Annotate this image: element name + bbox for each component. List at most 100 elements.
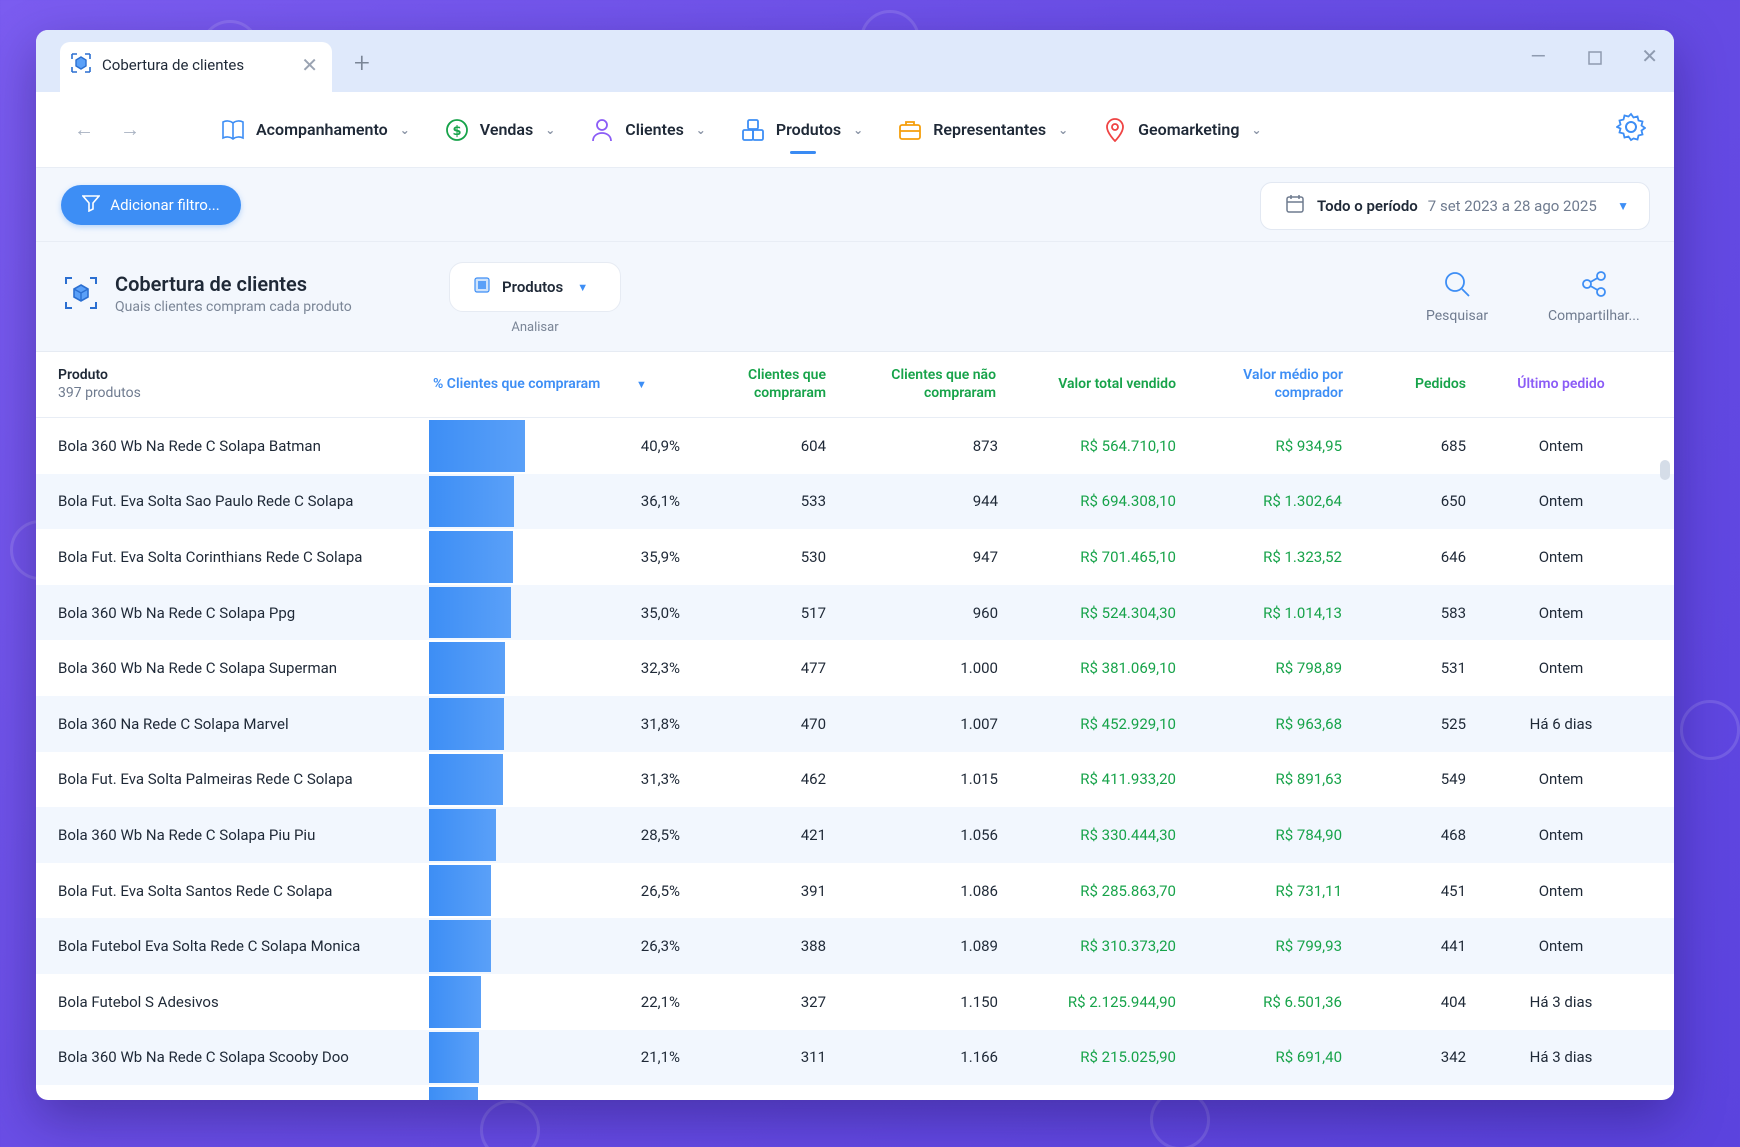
cell-pedidos: 404 <box>1440 992 1466 1011</box>
nav-item-vendas[interactable]: $ Vendas ⌄ <box>444 92 555 168</box>
table-row[interactable] <box>36 1085 1674 1100</box>
cell-produto: Bola 360 Wb Na Rede C Solapa Piu Piu <box>58 825 316 844</box>
cell-ultimo: Ontem <box>1538 881 1584 900</box>
cell-pct: 26,5% <box>640 881 680 900</box>
table-row[interactable]: Bola 360 Na Rede C Solapa Marvel 31,8% 470… <box>36 695 1674 752</box>
cell-ultimo: Ontem <box>1538 547 1584 566</box>
scrollbar-thumb[interactable] <box>1660 460 1670 480</box>
cell-pedidos: 549 <box>1440 770 1466 789</box>
nav-item-geomarketing[interactable]: Geomarketing ⌄ <box>1102 92 1262 168</box>
nav-item-label: Geomarketing <box>1138 120 1240 139</box>
new-tab-button[interactable]: + <box>354 46 370 79</box>
col-pedidos-header[interactable]: Pedidos <box>1366 375 1466 393</box>
cell-nao-compraram: 960 <box>972 603 998 622</box>
col-ultimo-header[interactable]: Último pedido <box>1496 375 1626 393</box>
boxes-icon <box>740 117 766 143</box>
cell-compraram: 388 <box>800 937 826 956</box>
table-row[interactable]: Bola 360 Wb Na Rede C Solapa Scooby Doo 2… <box>36 1029 1674 1086</box>
product-count: 397 produtos <box>58 385 141 401</box>
cell-compraram: 470 <box>800 714 826 733</box>
cell-nao-compraram: 1.056 <box>960 825 998 844</box>
cell-pct: 35,9% <box>640 547 680 566</box>
main-nav: ← → Acompanhamento ⌄ $ Vendas ⌄ Clientes… <box>36 92 1674 168</box>
table-row[interactable]: Bola Fut. Eva Solta Sao Paulo Rede C Sol… <box>36 473 1674 530</box>
cell-compraram: 533 <box>800 492 826 511</box>
cell-valor-medio: R$ 691,40 <box>1275 1048 1343 1067</box>
cell-nao-compraram: 1.000 <box>960 659 998 678</box>
dollar-icon: $ <box>444 117 470 143</box>
table-row[interactable]: Bola Fut. Eva Solta Palmeiras Rede C Sol… <box>36 752 1674 808</box>
nav-item-clientes[interactable]: Clientes ⌄ <box>589 92 706 168</box>
cell-valor-total: R$ 694.308,10 <box>1080 492 1176 511</box>
close-window-icon[interactable]: ✕ <box>1641 44 1658 68</box>
title-bar: Cobertura de clientes ✕ + — ✕ <box>36 30 1674 92</box>
cell-produto: Bola Fut. Eva Solta Santos Rede C Solapa <box>58 881 333 900</box>
analyze-select[interactable]: Produtos ▼ <box>449 262 621 312</box>
cell-produto: Bola Fut. Eva Solta Palmeiras Rede C Sol… <box>58 770 353 789</box>
cell-pct: 32,3% <box>640 659 680 678</box>
nav-item-label: Representantes <box>933 120 1047 139</box>
search-button[interactable]: Pesquisar <box>1426 270 1488 324</box>
minimize-icon[interactable]: — <box>1530 44 1546 68</box>
browser-tab[interactable]: Cobertura de clientes ✕ <box>60 42 332 92</box>
cell-pedidos: 583 <box>1440 603 1466 622</box>
back-arrow-icon[interactable]: ← <box>74 117 94 142</box>
close-tab-icon[interactable]: ✕ <box>301 53 318 77</box>
table-row[interactable]: Bola Futebol S Adesivos 22,1% 327 1.150 R$ 2… <box>36 974 1674 1030</box>
cell-valor-total: R$ 310.373,20 <box>1080 937 1176 956</box>
gear-icon[interactable] <box>1615 112 1647 146</box>
cell-produto: Bola 360 Wb Na Rede C Solapa Ppg <box>58 603 296 622</box>
coverage-icon <box>70 52 92 78</box>
table-row[interactable]: Bola Fut. Eva Solta Santos Rede C Solapa… <box>36 863 1674 919</box>
table-row[interactable]: Bola 360 Wb Na Rede C Solapa Ppg 35,0% 517… <box>36 584 1674 641</box>
analyze-value: Produtos <box>502 278 564 296</box>
cell-pct: 22,1% <box>640 992 680 1011</box>
coverage-bar <box>429 1031 479 1084</box>
nav-item-produtos[interactable]: Produtos ⌄ <box>740 92 863 168</box>
cell-pct: 28,5% <box>640 825 680 844</box>
table-row[interactable]: Bola 360 Wb Na Rede C Solapa Batman 40,9%… <box>36 418 1674 474</box>
cell-valor-total: R$ 215.025,90 <box>1080 1048 1176 1067</box>
cell-pedidos: 468 <box>1440 825 1466 844</box>
col-produto-header[interactable]: Produto 397 produtos <box>58 366 141 402</box>
coverage-bar <box>429 920 491 972</box>
cell-pedidos: 531 <box>1440 659 1466 678</box>
cell-ultimo: Ontem <box>1538 492 1584 511</box>
col-pct-header[interactable]: % Clientes que compraram <box>433 375 600 393</box>
cell-valor-medio: R$ 798,89 <box>1275 659 1343 678</box>
forward-arrow-icon[interactable]: → <box>120 117 140 142</box>
cell-valor-total: R$ 285.863,70 <box>1080 881 1176 900</box>
cell-ultimo: Há 3 dias <box>1529 1048 1593 1067</box>
cell-produto: Bola Fut. Eva Solta Corinthians Rede C S… <box>58 547 363 566</box>
period-selector[interactable]: Todo o período 7 set 2023 a 28 ago 2025 … <box>1260 182 1650 230</box>
coverage-bar <box>429 809 496 861</box>
maximize-icon[interactable] <box>1588 46 1602 70</box>
table-row[interactable]: Bola 360 Wb Na Rede C Solapa Superman 32,… <box>36 640 1674 696</box>
sort-caret-icon[interactable]: ▼ <box>636 376 647 394</box>
page-subtitle: Quais clientes compram cada produto <box>115 299 352 315</box>
analyze-label: Analisar <box>511 320 559 335</box>
report-header: Cobertura de clientes Quais clientes com… <box>36 242 1674 352</box>
cell-valor-medio: R$ 784,90 <box>1275 825 1343 844</box>
cell-valor-total: R$ 381.069,10 <box>1080 659 1176 678</box>
coverage-bar <box>429 864 492 917</box>
cell-nao-compraram: 1.007 <box>960 714 998 733</box>
table-row[interactable]: Bola 360 Wb Na Rede C Solapa Piu Piu 28,5… <box>36 807 1674 863</box>
cell-pct: 35,0% <box>640 603 680 622</box>
cell-valor-medio: R$ 963,68 <box>1275 714 1343 733</box>
col-valor-total-header[interactable]: Valor total vendido <box>996 375 1176 393</box>
col-valor-medio-header[interactable]: Valor médio por comprador <box>1206 366 1343 402</box>
coverage-bar <box>429 531 514 583</box>
table-row[interactable]: Bola Futebol Eva Solta Rede C Solapa Mon… <box>36 918 1674 974</box>
nav-item-representantes[interactable]: Representantes ⌄ <box>897 92 1068 168</box>
nav-item-acompanhamento[interactable]: Acompanhamento ⌄ <box>220 92 410 168</box>
col-compraram-header[interactable]: Clientes que compraram <box>696 366 826 402</box>
coverage-bar <box>429 420 526 472</box>
cell-valor-total: R$ 524.304,30 <box>1080 603 1176 622</box>
cell-pedidos: 685 <box>1440 436 1466 455</box>
share-button[interactable]: Compartilhar... <box>1548 270 1640 324</box>
share-icon <box>1548 270 1640 302</box>
col-nao-compraram-header[interactable]: Clientes que não compraram <box>846 366 996 402</box>
table-row[interactable]: Bola Fut. Eva Solta Corinthians Rede C S… <box>36 529 1674 585</box>
add-filter-button[interactable]: Adicionar filtro... <box>61 184 241 225</box>
